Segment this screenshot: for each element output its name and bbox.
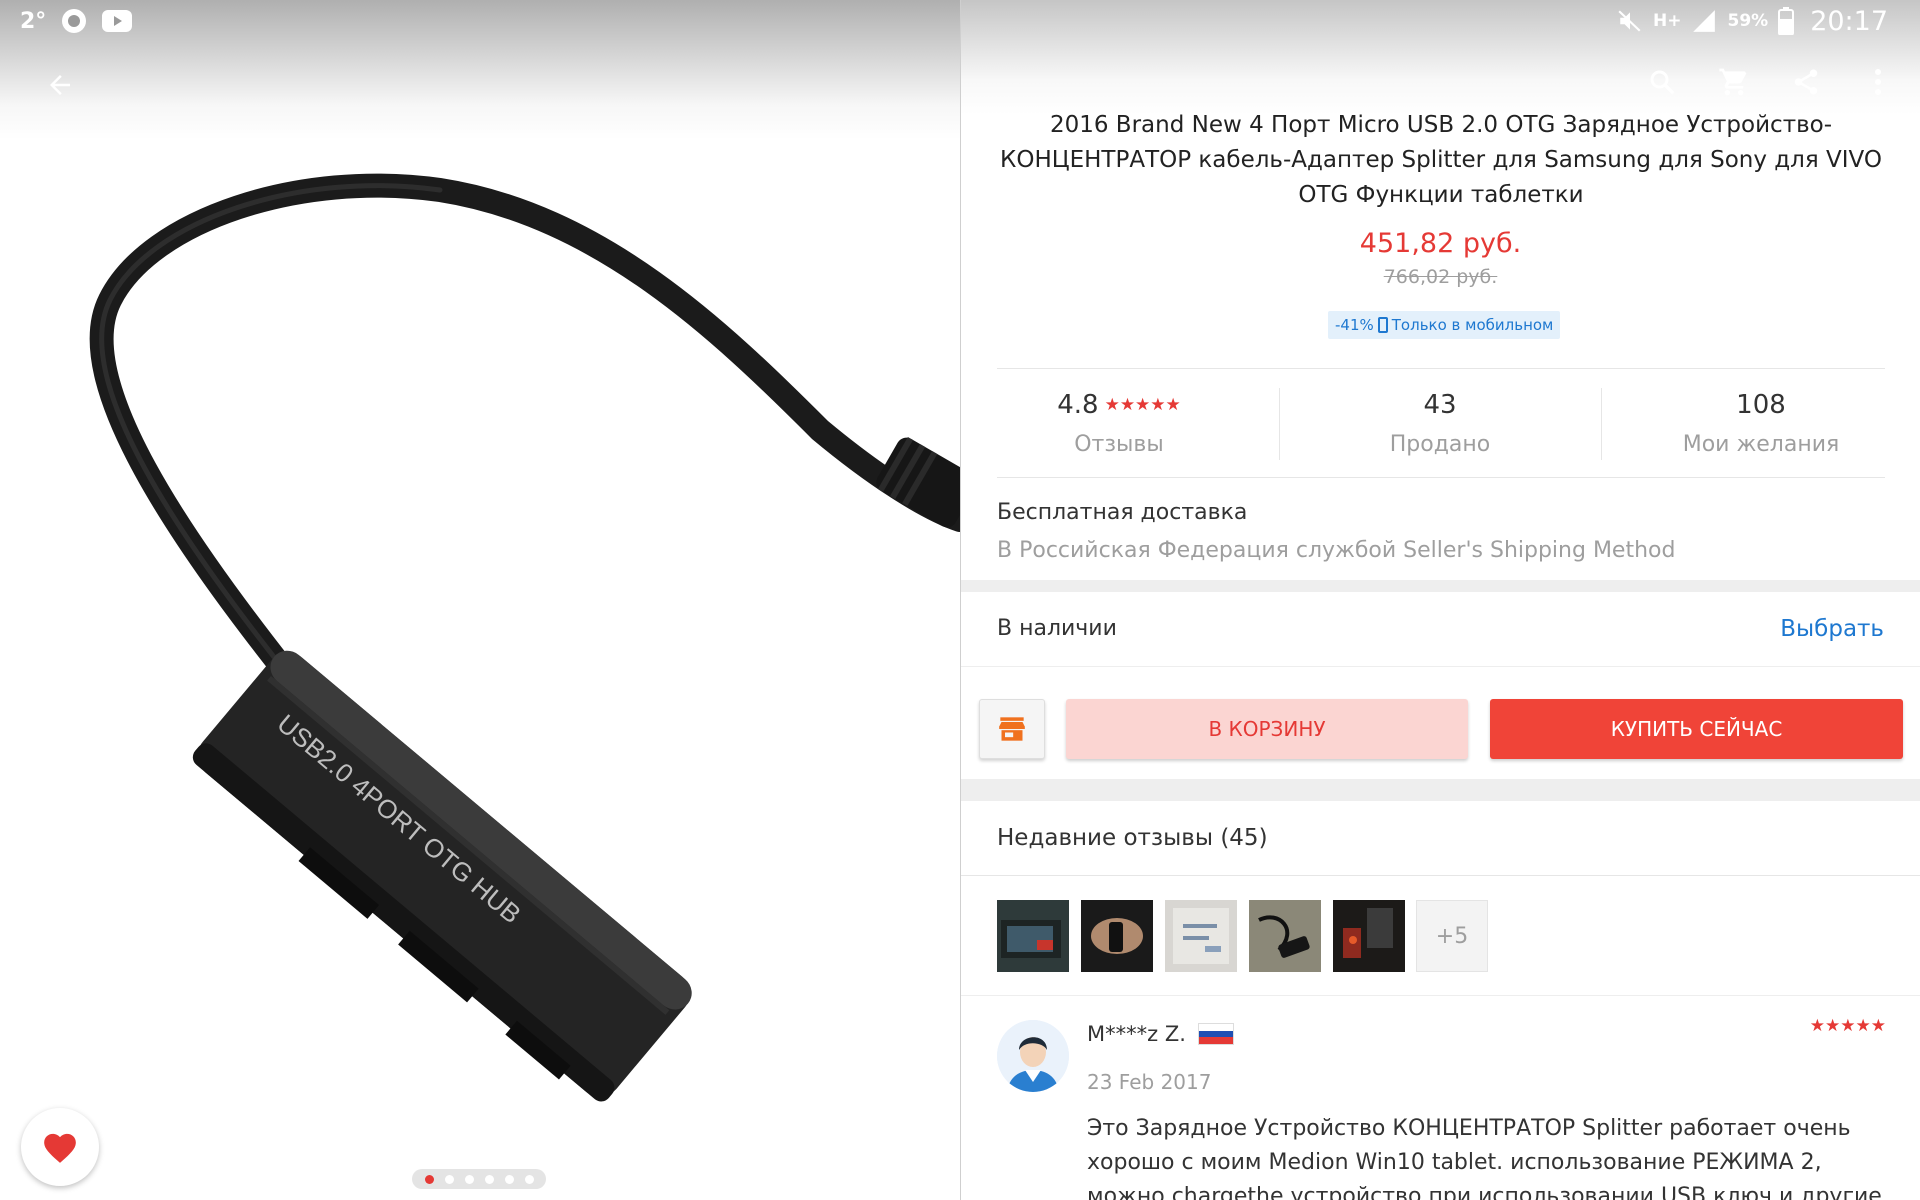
phone-icon — [1377, 317, 1388, 333]
discount-percent: -41% — [1335, 316, 1374, 334]
stock-label: В наличии — [997, 616, 1117, 641]
heart-icon — [44, 1133, 76, 1163]
clock: 20:17 — [1810, 5, 1888, 37]
product-photo[interactable]: USB2.0 4PORT OTG HUB — [0, 150, 960, 1170]
more-options-button[interactable] — [1860, 64, 1896, 100]
wishlist-label: Мои желания — [1682, 432, 1840, 457]
divider — [997, 368, 1885, 369]
toolbar — [1644, 64, 1896, 100]
store-icon — [999, 717, 1025, 741]
pager-dot[interactable] — [504, 1174, 514, 1184]
review-author: M****z Z. — [1087, 1022, 1234, 1046]
cable — [89, 173, 960, 702]
old-price: 766,02 руб. — [1383, 266, 1498, 288]
reviews-title: Недавние отзывы (45) — [997, 825, 1268, 851]
search-icon — [1650, 70, 1675, 95]
review-photo-thumbnail[interactable] — [1081, 900, 1153, 972]
stat-wishlist[interactable]: 108 Мои желания — [1611, 388, 1911, 457]
review-photo-thumbnail[interactable] — [1249, 900, 1321, 972]
youtube-icon — [102, 10, 133, 32]
network-type: H+ — [1653, 11, 1682, 31]
add-to-cart-button[interactable]: В КОРЗИНУ — [1066, 699, 1468, 759]
status-bar-right: H+ 59% 20:17 — [1617, 4, 1888, 38]
pager-dot[interactable] — [464, 1174, 474, 1184]
back-arrow-icon — [50, 75, 70, 95]
review-photo-thumbnail[interactable] — [997, 900, 1069, 972]
more-vert-icon — [1875, 69, 1881, 95]
reviews-header[interactable]: Недавние отзывы (45) — [961, 801, 1920, 875]
author-name: M****z Z. — [1087, 1022, 1186, 1046]
review-date: 23 Feb 2017 — [1087, 1070, 1212, 1094]
stock-row[interactable]: В наличии Выбрать — [961, 592, 1920, 666]
hub-body: USB2.0 4PORT OTG HUB — [192, 650, 692, 1102]
divider — [1601, 388, 1602, 460]
search-button[interactable] — [1644, 64, 1680, 100]
cart-icon — [1719, 68, 1747, 96]
cart-button-top[interactable] — [1716, 64, 1752, 100]
pager-dot[interactable] — [524, 1174, 534, 1184]
review-photo-thumbnail[interactable] — [1165, 900, 1237, 972]
product-title: 2016 Brand New 4 Порт Micro USB 2.0 OTG … — [1000, 112, 1882, 208]
share-button[interactable] — [1788, 64, 1824, 100]
signal-icon — [1691, 8, 1717, 34]
cable-connector — [876, 437, 960, 528]
review-text: Это Зарядное Устройство КОНЦЕНТРАТОР Spl… — [1087, 1116, 1882, 1200]
product-gallery[interactable]: USB2.0 4PORT OTG HUB 2° — [0, 0, 960, 1200]
avatar — [997, 1020, 1069, 1092]
action-row: В КОРЗИНУ КУПИТЬ СЕЙЧАС — [961, 667, 1920, 779]
rating-label: Отзывы — [1074, 432, 1164, 457]
favorite-button[interactable] — [21, 1108, 99, 1186]
image-pager[interactable] — [412, 1169, 546, 1189]
sold-label: Продано — [1389, 432, 1491, 457]
stat-rating[interactable]: 4.8 ★★★★★ Отзывы — [969, 388, 1269, 457]
divider — [1279, 388, 1280, 460]
discount-note: Только в мобильном — [1391, 316, 1554, 334]
rating-stars: ★★★★★ — [1104, 395, 1181, 415]
discount-badge: -41% Только в мобильном — [1328, 311, 1561, 339]
temperature: 2° — [20, 8, 47, 34]
country-flag-icon — [1197, 1023, 1234, 1045]
wishlist-count: 108 — [1736, 390, 1786, 420]
gallery-top-shade — [0, 0, 960, 140]
current-price: 451,82 руб. — [1359, 228, 1522, 259]
pager-dot[interactable] — [424, 1174, 434, 1184]
back-button[interactable] — [38, 65, 82, 105]
share-icon — [1794, 69, 1818, 95]
shipping-title[interactable]: Бесплатная доставка — [997, 500, 1247, 525]
vpn-shield-icon — [60, 7, 88, 35]
pager-dot[interactable] — [484, 1174, 494, 1184]
review-item[interactable]: M****z Z. ★★★★★ 23 Feb 2017 Это Зарядное… — [961, 996, 1920, 1200]
divider — [997, 477, 1885, 478]
store-button[interactable] — [979, 699, 1045, 759]
select-options-link[interactable]: Выбрать — [1780, 616, 1884, 642]
stat-sold: 43 Продано — [1290, 388, 1590, 457]
product-details: 2016 Brand New 4 Порт Micro USB 2.0 OTG … — [961, 0, 1920, 1200]
sold-count: 43 — [1423, 390, 1457, 420]
rating-value: 4.8 — [1057, 390, 1099, 420]
battery-icon — [1778, 7, 1795, 35]
review-photo-thumbnail[interactable] — [1333, 900, 1405, 972]
status-bar-left: 2° — [20, 6, 133, 36]
review-photos: +5 — [961, 876, 1920, 995]
buy-now-button[interactable]: КУПИТЬ СЕЙЧАС — [1490, 699, 1903, 759]
pager-dot[interactable] — [444, 1174, 454, 1184]
more-photos-button[interactable]: +5 — [1416, 900, 1488, 972]
battery-percent: 59% — [1727, 11, 1769, 31]
review-stars: ★★★★★ — [1809, 1016, 1886, 1036]
mute-icon — [1617, 8, 1643, 34]
shipping-description: В Российская Федерация службой Seller's … — [997, 538, 1676, 563]
